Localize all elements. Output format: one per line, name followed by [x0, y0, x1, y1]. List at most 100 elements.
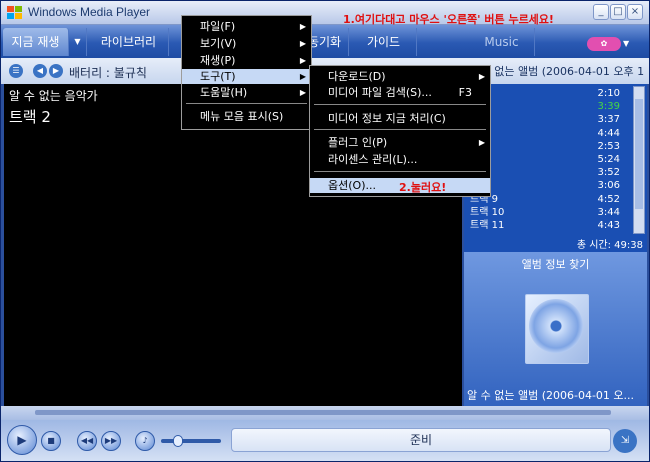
submenu-item[interactable]: 미디어 정보 지금 처리(C) — [310, 111, 490, 126]
submenu-item[interactable]: 다운로드(D) ▶ — [310, 69, 490, 84]
playlist-row[interactable]: 44:44 — [470, 127, 620, 140]
menu-item-label: 파일(F) — [200, 20, 236, 33]
submenu-item[interactable]: 라이센스 관리(L)... — [310, 152, 490, 167]
submenu-item-label: 플러그 인(P) — [328, 136, 388, 149]
volume-knob[interactable] — [173, 435, 183, 447]
submenu-item-label: 옵션(O)... — [328, 179, 376, 192]
close-button[interactable]: × — [627, 4, 643, 20]
media-player-window: Windows Media Player _ □ × 1.여기다대고 마우스 '… — [0, 0, 650, 462]
track-duration: 2:10 — [597, 88, 620, 99]
tab-library[interactable]: 라이브러리 — [89, 28, 169, 56]
next-button[interactable]: ▶▶ — [101, 431, 121, 451]
track-number: 트랙 11 — [470, 220, 505, 231]
track-duration: 4:52 — [597, 193, 620, 205]
menu-item[interactable]: 보기(V) ▶ — [182, 36, 311, 51]
playlist-row[interactable]: 52:53 — [470, 140, 620, 153]
tab-guide[interactable]: 가이드 — [351, 28, 417, 56]
submenu-item[interactable]: 플러그 인(P) ▶ — [310, 135, 490, 150]
track-duration: 4:44 — [597, 127, 620, 139]
submenu-arrow-icon: ▶ — [299, 56, 306, 65]
windows-flag-icon — [7, 6, 22, 19]
maximize-button[interactable]: □ — [610, 4, 626, 20]
submenu-arrow-icon: ▶ — [299, 39, 306, 48]
menu-item-label: 메뉴 모음 표시(S) — [200, 110, 284, 123]
playlist-row[interactable]: 73:52 — [470, 166, 620, 179]
submenu-item-label: 라이센스 관리(L)... — [328, 153, 418, 166]
track-duration: 3:37 — [597, 114, 620, 126]
menu-item[interactable]: 파일(F) ▶ — [182, 19, 311, 34]
menu-item[interactable]: 메뉴 모음 표시(S) — [182, 109, 311, 124]
tab-music[interactable]: Music — [469, 28, 535, 56]
track-text: 트랙 2 — [9, 108, 51, 126]
mute-button[interactable]: ♪ — [135, 431, 155, 451]
track-duration: 3:44 — [597, 206, 620, 218]
forward-icon[interactable]: ▶ — [49, 64, 63, 78]
track-duration: 4:43 — [597, 220, 620, 231]
play-button[interactable]: ▶ — [7, 425, 37, 455]
track-duration: 3:06 — [597, 180, 620, 192]
scrollbar-thumb[interactable] — [635, 99, 643, 209]
submenu-item[interactable]: 미디어 파일 검색(S)... F3 — [310, 85, 490, 100]
seek-bar[interactable] — [1, 406, 649, 420]
playlist-row[interactable]: 트랙 10 3:44 — [470, 206, 620, 219]
volume-slider[interactable] — [161, 439, 221, 443]
album-header: 알 수 없는 앨범 (2006-04-01 오후 1 — [467, 65, 645, 78]
window-title: Windows Media Player — [28, 5, 151, 19]
playlist-row[interactable]: 65:24 — [470, 153, 620, 166]
track-number: 트랙 10 — [470, 206, 505, 218]
playlist-row[interactable]: 트랙 9 4:52 — [470, 193, 620, 206]
menu-item[interactable]: 도구(T) ▶ — [182, 69, 311, 84]
menu-item-label: 보기(V) — [200, 37, 237, 50]
total-time: 총 시간: 49:38 — [576, 240, 643, 251]
submenu-arrow-icon: ▶ — [478, 72, 485, 81]
chevron-down-icon[interactable]: ▼ — [623, 39, 633, 48]
menu-separator — [186, 103, 307, 104]
stop-button[interactable]: ■ — [41, 431, 61, 451]
playlist-row[interactable]: 트랙 11 4:43 — [470, 219, 620, 232]
find-album-info-link[interactable]: 앨범 정보 찾기 — [464, 256, 647, 272]
submenu-item-label: 다운로드(D) — [328, 70, 386, 83]
taskbar: 지금 재생 ▼ 라이브러리 동기화 가이드 Music — [1, 25, 649, 58]
submenu-item-label: 미디어 파일 검색(S)... — [328, 86, 432, 99]
shortcut-text: F3 — [458, 86, 472, 99]
back-icon[interactable]: ◀ — [33, 64, 47, 78]
skin-logo-icon: ✿ — [587, 37, 621, 51]
status-display: 준비 — [231, 428, 611, 452]
track-duration: 3:52 — [597, 167, 620, 179]
seek-rail[interactable] — [35, 410, 611, 415]
album-title: 알 수 없는 앨범 (2006-04-01 오... — [467, 389, 635, 402]
menu-toggle-icon[interactable]: ☰ — [9, 64, 23, 78]
menu-item-label: 재생(P) — [200, 54, 236, 67]
track-duration: 2:53 — [597, 140, 620, 152]
submenu-arrow-icon: ▶ — [478, 138, 485, 147]
menu-separator — [314, 171, 486, 172]
context-menu: 파일(F) ▶ 보기(V) ▶ 재생(P) ▶ 도구(T) ▶ 도움말(H) ▶ 메뉴 모음 표시(… — [181, 15, 312, 130]
playlist: 12:1023:3933:3744:4452:5365:2473:5283:06… — [464, 84, 647, 252]
previous-button[interactable]: ◀◀ — [77, 431, 97, 451]
minimize-button[interactable]: _ — [593, 4, 609, 20]
menu-separator — [314, 104, 486, 105]
playlist-scrollbar[interactable] — [633, 86, 645, 234]
track-duration: 5:24 — [597, 154, 620, 165]
track-duration: 3:39 — [597, 101, 620, 113]
submenu-arrow-icon: ▶ — [299, 22, 306, 31]
cd-disc-icon — [529, 299, 583, 353]
playlist-row[interactable]: 33:37 — [470, 113, 620, 126]
playlist-row[interactable]: 12:10 — [470, 87, 620, 100]
menu-separator — [314, 129, 486, 130]
menu-item[interactable]: 재생(P) ▶ — [182, 53, 311, 68]
chevron-down-icon[interactable]: ▼ — [69, 28, 87, 56]
tools-submenu: 다운로드(D) ▶ 미디어 파일 검색(S)... F3 미디어 정보 지금 처리(C)… — [309, 65, 491, 197]
submenu-arrow-icon: ▶ — [299, 88, 306, 97]
menu-item[interactable]: 도움말(H) ▶ — [182, 85, 311, 100]
submenu-item-label: 미디어 정보 지금 처리(C) — [328, 112, 446, 125]
compact-mode-icon[interactable]: ⇲ — [613, 429, 637, 453]
submenu-arrow-icon: ▶ — [299, 72, 306, 81]
menu-item-label: 도움말(H) — [200, 86, 248, 99]
playlist-row[interactable]: 83:06 — [470, 179, 620, 192]
menu-item-label: 도구(T) — [200, 70, 236, 83]
artist-text: 알 수 없는 음악가 — [9, 89, 98, 103]
playlist-row[interactable]: 23:39 — [470, 100, 620, 113]
tab-now-playing[interactable]: 지금 재생 — [3, 28, 69, 56]
visualization-label: 배터리 : 불규칙 — [69, 66, 147, 80]
